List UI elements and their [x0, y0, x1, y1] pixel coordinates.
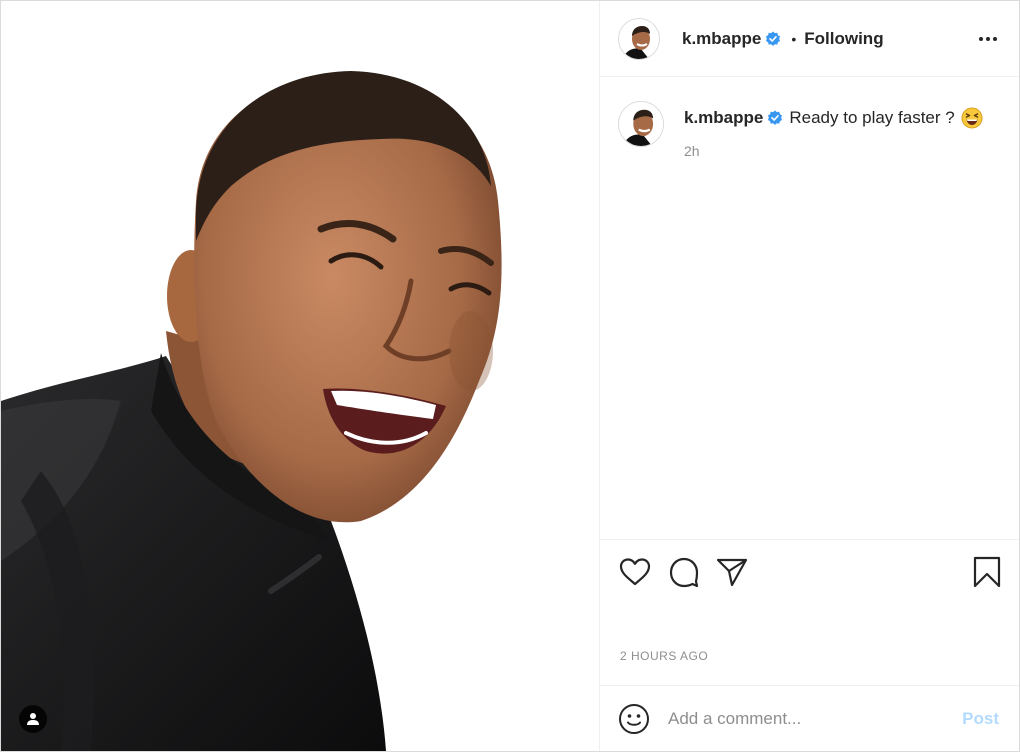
caption-avatar[interactable]	[618, 101, 664, 147]
post-photo-image	[1, 1, 599, 751]
verified-badge-icon	[765, 31, 781, 47]
post-photo[interactable]	[1, 1, 600, 751]
comment-input[interactable]	[666, 707, 963, 730]
action-icons-row	[618, 556, 1001, 588]
heart-icon	[619, 558, 651, 586]
header-username[interactable]: k.mbappe	[682, 29, 761, 49]
caption-body: k.mbappe Ready to play faster ? 2h	[684, 101, 983, 159]
post-comment-button[interactable]: Post	[962, 709, 999, 729]
more-dot-icon	[993, 36, 997, 41]
comment-bubble-icon	[669, 557, 699, 588]
caption-username[interactable]: k.mbappe	[684, 107, 763, 129]
bookmark-icon	[973, 556, 1001, 588]
caption-text: Ready to play faster ?	[789, 108, 955, 127]
comment-button[interactable]	[668, 556, 700, 588]
more-dot-icon	[986, 36, 990, 41]
emoji-picker-button[interactable]	[618, 703, 650, 735]
post-timestamp: 2 hours ago	[620, 649, 709, 663]
comments-section: k.mbappe Ready to play faster ? 2h	[600, 77, 1019, 539]
more-options-button[interactable]	[977, 31, 999, 47]
grinning-squinting-face-icon	[961, 107, 983, 129]
paper-plane-icon	[716, 558, 748, 587]
caption: k.mbappe Ready to play faster ? 2h	[618, 101, 999, 159]
avatar-image	[619, 18, 659, 59]
save-button[interactable]	[973, 556, 1001, 588]
smiley-icon	[619, 703, 649, 734]
person-icon	[27, 713, 39, 725]
post-actions: 2 hours ago	[600, 539, 1019, 685]
verified-badge-icon	[767, 110, 783, 126]
following-button[interactable]: Following	[804, 29, 883, 49]
instagram-post-modal: k.mbappe • Following k.mbappe Ready to p…	[0, 0, 1020, 752]
caption-line: k.mbappe Ready to play faster ?	[684, 107, 983, 129]
avatar-image	[619, 102, 663, 146]
separator-dot: •	[791, 30, 797, 47]
share-button[interactable]	[716, 557, 748, 587]
caption-relative-time[interactable]: 2h	[684, 143, 983, 159]
like-button[interactable]	[618, 557, 652, 587]
more-dot-icon	[979, 36, 983, 41]
post-header: k.mbappe • Following	[600, 1, 1019, 77]
avatar[interactable]	[618, 17, 660, 60]
add-comment-bar: Post	[600, 685, 1019, 751]
tagged-people-button[interactable]	[19, 705, 47, 733]
post-side-panel: k.mbappe • Following k.mbappe Ready to p…	[600, 1, 1019, 751]
